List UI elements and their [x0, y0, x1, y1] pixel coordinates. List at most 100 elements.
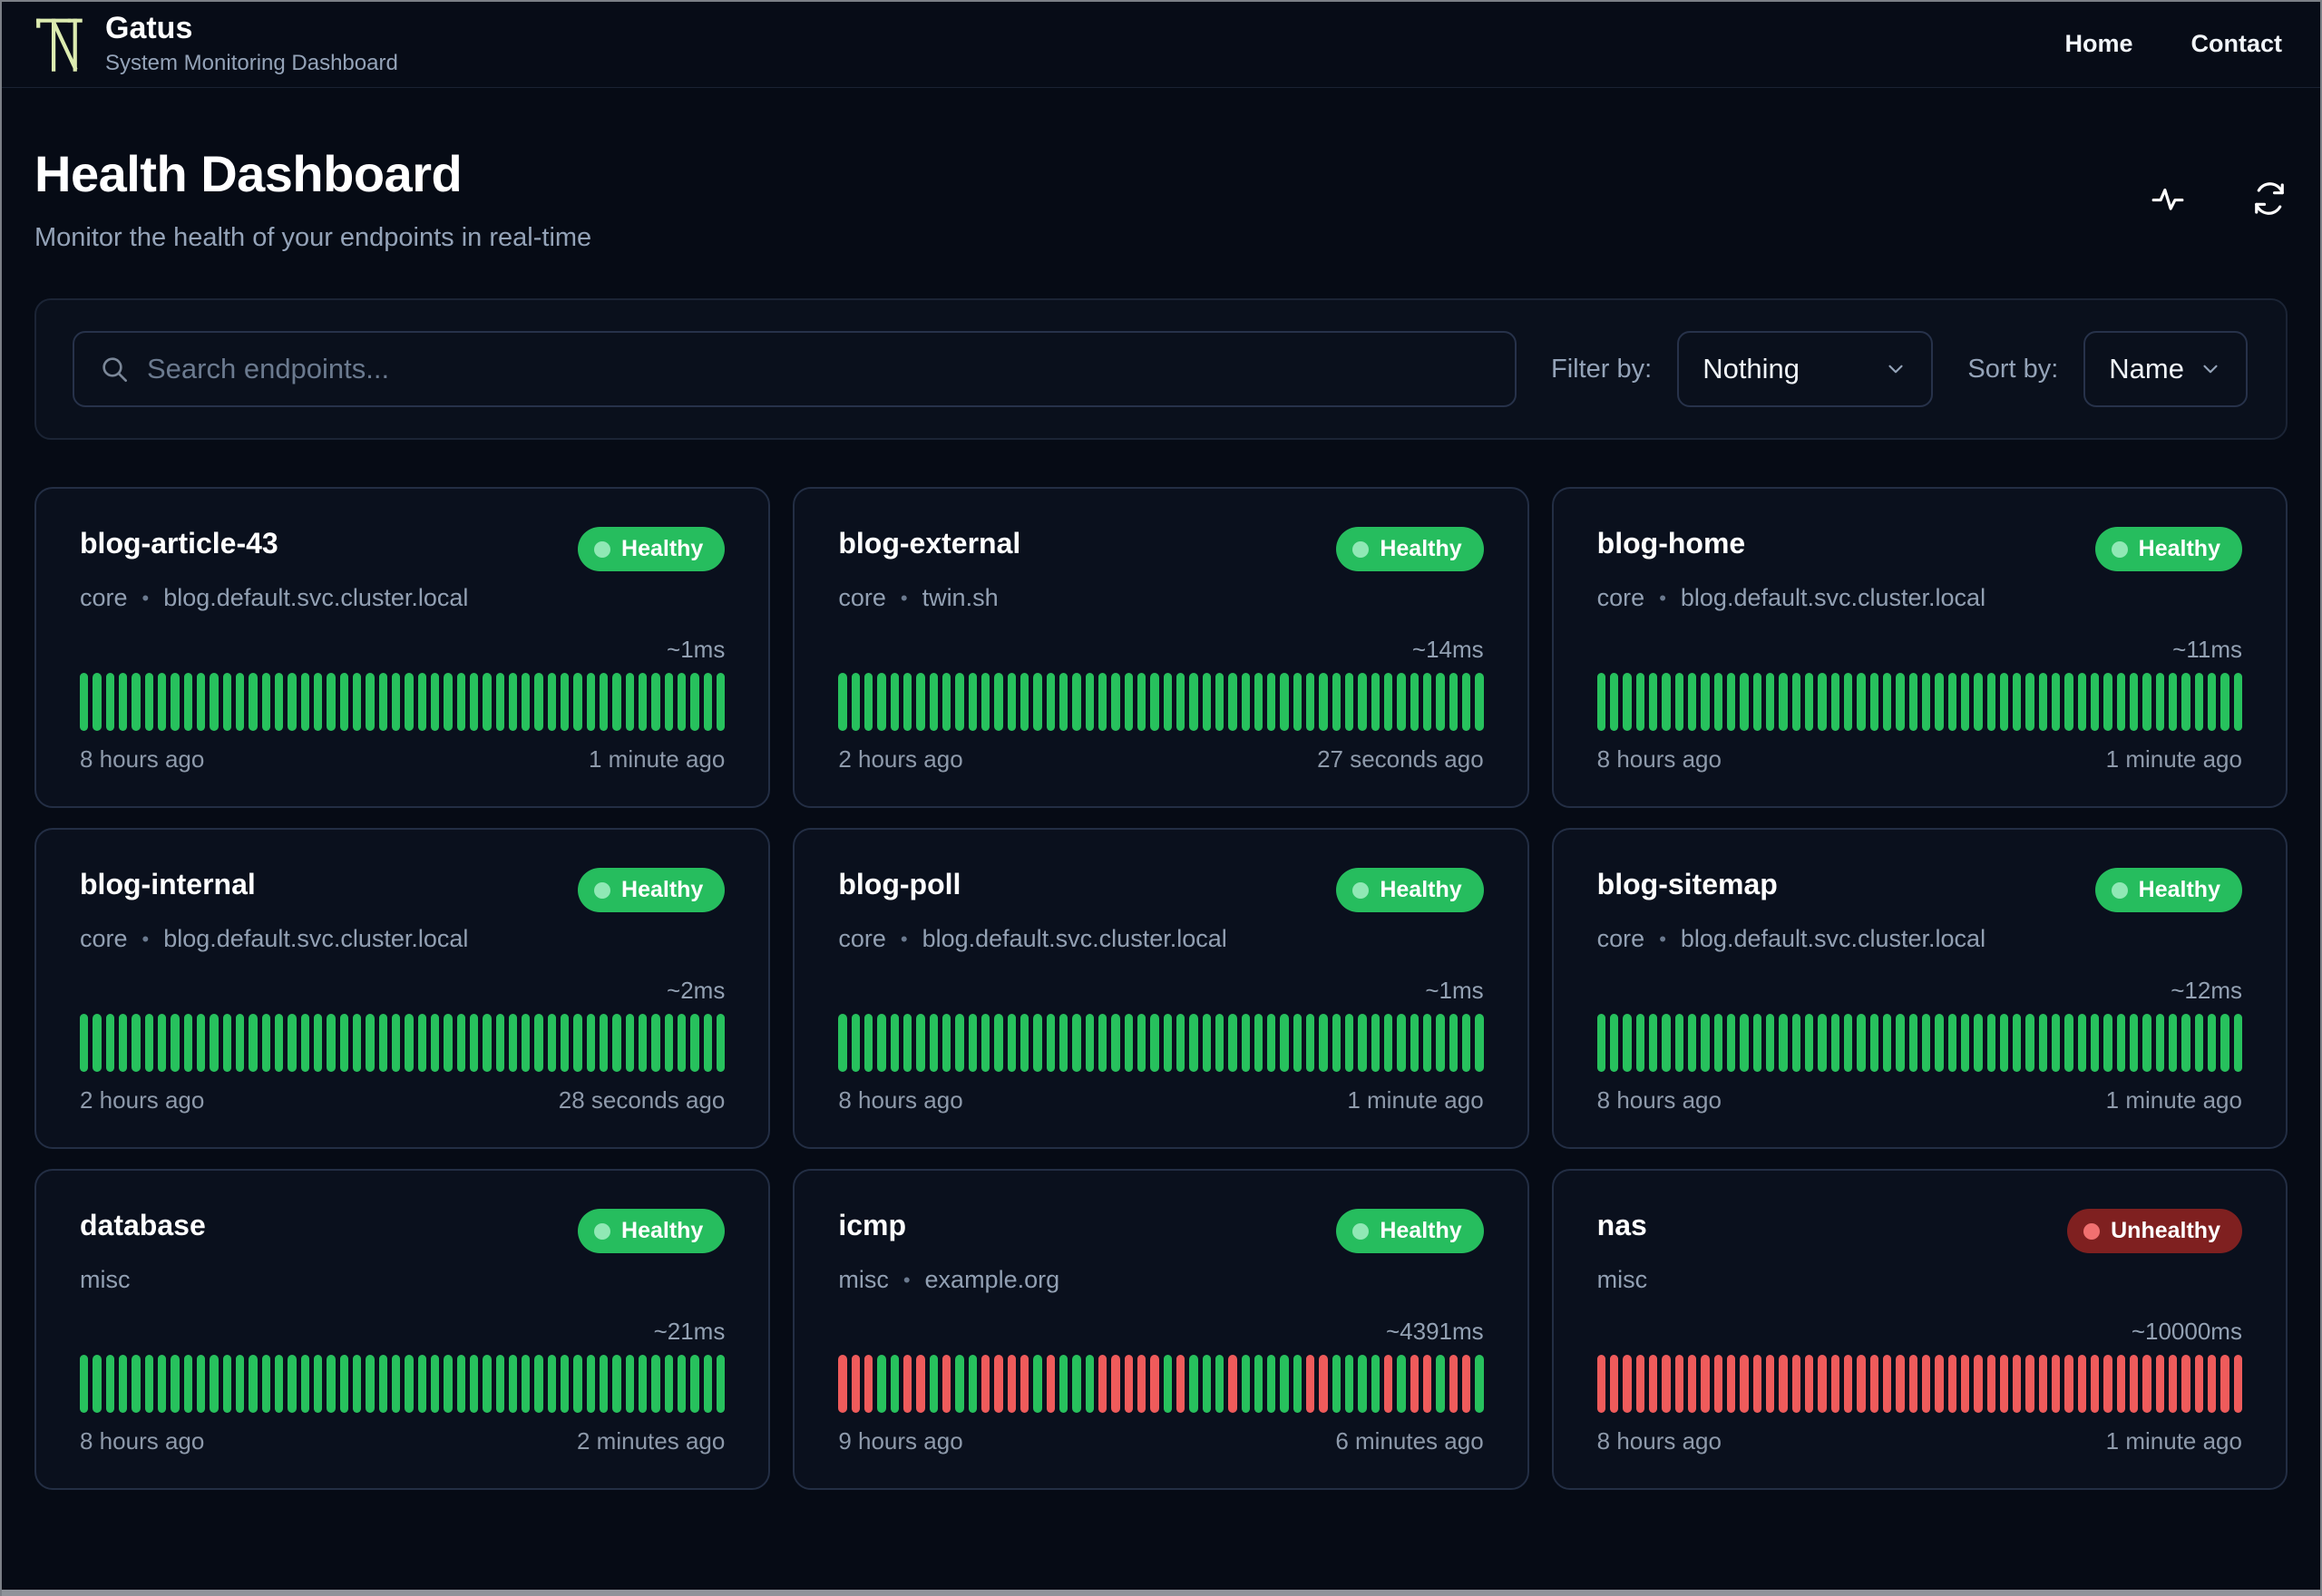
status-bar[interactable] [1947, 1014, 1956, 1072]
status-bar[interactable] [916, 1355, 925, 1413]
status-bar[interactable] [863, 1014, 873, 1072]
status-bar[interactable] [1267, 1355, 1276, 1413]
status-bar[interactable] [2052, 1355, 2061, 1413]
status-bar[interactable] [612, 1355, 621, 1413]
status-bar[interactable] [1791, 1355, 1800, 1413]
status-bar[interactable] [625, 1014, 635, 1072]
status-bar[interactable] [1189, 673, 1198, 731]
filter-select[interactable]: Nothing [1677, 331, 1934, 407]
status-bar[interactable] [2103, 673, 2112, 731]
status-bar[interactable] [1713, 1014, 1722, 1072]
status-bar[interactable] [1648, 673, 1658, 731]
status-bar[interactable] [1960, 1355, 1970, 1413]
status-bar[interactable] [1007, 1355, 1016, 1413]
status-bar[interactable] [444, 1355, 453, 1413]
status-bar[interactable] [2013, 1014, 2022, 1072]
status-bar[interactable] [313, 1355, 323, 1413]
status-bar[interactable] [863, 673, 873, 731]
status-bar[interactable] [1635, 1355, 1644, 1413]
status-bar[interactable] [1033, 673, 1042, 731]
status-bar[interactable] [1765, 1355, 1775, 1413]
status-bar[interactable] [600, 673, 609, 731]
status-bar[interactable] [1449, 1355, 1459, 1413]
status-bar[interactable] [1740, 673, 1749, 731]
status-bar[interactable] [929, 673, 938, 731]
status-bar[interactable] [1137, 1355, 1146, 1413]
status-bar[interactable] [1111, 1014, 1120, 1072]
status-bar[interactable] [1176, 1355, 1185, 1413]
status-bar[interactable] [93, 1355, 102, 1413]
status-bar[interactable] [2130, 1355, 2139, 1413]
status-bar[interactable] [1254, 1355, 1263, 1413]
status-bar[interactable] [717, 1355, 726, 1413]
status-bar[interactable] [1830, 1014, 1839, 1072]
status-bar[interactable] [1215, 1355, 1224, 1413]
status-bar[interactable] [981, 1355, 990, 1413]
status-bar[interactable] [1137, 1014, 1146, 1072]
status-bar[interactable] [929, 1014, 938, 1072]
status-bar[interactable] [2130, 1014, 2139, 1072]
status-bar[interactable] [2181, 1014, 2190, 1072]
status-bar[interactable] [508, 673, 518, 731]
status-bar[interactable] [171, 1355, 180, 1413]
status-bar[interactable] [339, 673, 348, 731]
status-bar[interactable] [157, 1355, 167, 1413]
status-bar[interactable] [2091, 1355, 2100, 1413]
status-bar[interactable] [1882, 1355, 1892, 1413]
status-bar[interactable] [352, 1014, 362, 1072]
status-bar[interactable] [1124, 673, 1133, 731]
status-bar[interactable] [1176, 1014, 1185, 1072]
status-bar[interactable] [1033, 1014, 1042, 1072]
status-bar[interactable] [1358, 673, 1367, 731]
status-bar[interactable] [1020, 1014, 1029, 1072]
status-bar[interactable] [1908, 673, 1917, 731]
status-bar[interactable] [1740, 1014, 1749, 1072]
status-bar[interactable] [235, 1355, 245, 1413]
status-bar[interactable] [2116, 1014, 2126, 1072]
sort-select[interactable]: Name [2083, 331, 2248, 407]
status-bar[interactable] [2052, 1014, 2061, 1072]
status-bar[interactable] [261, 1355, 270, 1413]
status-bar[interactable] [941, 673, 951, 731]
status-bar[interactable] [1635, 673, 1644, 731]
status-bar[interactable] [456, 1355, 465, 1413]
status-bar[interactable] [2025, 1355, 2034, 1413]
status-bar[interactable] [1765, 673, 1775, 731]
status-bar[interactable] [586, 1355, 596, 1413]
status-bar[interactable] [405, 1014, 414, 1072]
status-bar[interactable] [235, 673, 245, 731]
status-bar[interactable] [339, 1014, 348, 1072]
status-bar[interactable] [1345, 1014, 1354, 1072]
status-bar[interactable] [80, 1355, 89, 1413]
status-bar[interactable] [1960, 673, 1970, 731]
status-bar[interactable] [495, 1014, 504, 1072]
status-bar[interactable] [600, 1014, 609, 1072]
status-bar[interactable] [678, 1355, 687, 1413]
status-bar[interactable] [1358, 1014, 1367, 1072]
status-bar[interactable] [2155, 1355, 2165, 1413]
status-bar[interactable] [1059, 1014, 1068, 1072]
status-bar[interactable] [651, 673, 660, 731]
status-bar[interactable] [469, 1014, 479, 1072]
status-bar[interactable] [941, 1014, 951, 1072]
status-bar[interactable] [2116, 673, 2126, 731]
status-bar[interactable] [2142, 1355, 2151, 1413]
status-bar[interactable] [1726, 673, 1736, 731]
status-bar[interactable] [2155, 1014, 2165, 1072]
status-bar[interactable] [366, 673, 375, 731]
status-bar[interactable] [851, 1355, 860, 1413]
status-bar[interactable] [1779, 1014, 1788, 1072]
status-bar[interactable] [1384, 673, 1393, 731]
status-bar[interactable] [196, 673, 206, 731]
status-bar[interactable] [968, 673, 977, 731]
status-bar[interactable] [1371, 673, 1381, 731]
status-bar[interactable] [1319, 673, 1328, 731]
status-bar[interactable] [417, 1355, 426, 1413]
status-bar[interactable] [1163, 1014, 1172, 1072]
status-bar[interactable] [1046, 1014, 1055, 1072]
status-bar[interactable] [1202, 1014, 1211, 1072]
status-bar[interactable] [288, 1355, 297, 1413]
status-bar[interactable] [1623, 1014, 1632, 1072]
status-bar[interactable] [118, 673, 128, 731]
endpoint-card[interactable]: nas Unhealthy misc ~10000ms 8 hours ago … [1551, 1169, 2288, 1490]
